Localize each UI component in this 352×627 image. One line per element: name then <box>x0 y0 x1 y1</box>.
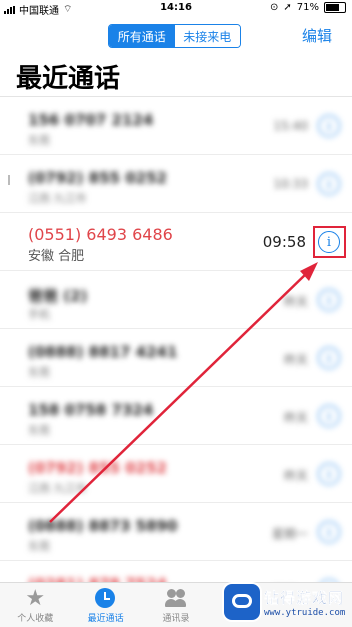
call-row[interactable]: (0888) 8873 5890 东莞 星期一 i <box>0 503 352 561</box>
contacts-icon <box>165 588 187 608</box>
watermark-name: 钻得游戏网 <box>264 588 345 607</box>
tab-recents[interactable]: 最近通话 <box>70 583 140 627</box>
call-number: (0888) 8873 5890 <box>28 517 178 535</box>
call-row[interactable]: (0888) 8817 4241 东莞 昨天 i <box>0 329 352 387</box>
call-location: 东莞 <box>28 424 50 437</box>
info-icon[interactable]: i <box>318 289 340 311</box>
all-calls-tab[interactable]: 所有通话 <box>109 25 175 47</box>
call-time: 昨天 <box>283 295 308 309</box>
tab-contacts[interactable]: 通讯录 <box>141 583 211 627</box>
call-time: 昨天 <box>283 353 308 367</box>
call-location: 江西 九江市 <box>28 192 87 205</box>
call-time: 星期一 <box>271 527 308 541</box>
tab-label: 个人收藏 <box>17 614 54 624</box>
info-icon[interactable]: i <box>318 115 340 137</box>
call-location: 东莞 <box>28 540 50 553</box>
call-number: 爸爸 (2) <box>28 287 88 305</box>
info-icon[interactable]: i <box>318 347 340 369</box>
lock-rotation-icon: ⊙ <box>269 2 279 13</box>
call-row[interactable]: (0551) 6493 6486 安徽 合肥 09:58 i <box>0 213 352 271</box>
highlight-box <box>313 226 346 258</box>
call-filter-segment: 所有通话 未接来电 <box>108 24 241 48</box>
info-icon[interactable]: i <box>318 463 340 485</box>
tab-label: 通讯录 <box>162 614 190 624</box>
call-location: 手机 <box>28 308 50 321</box>
info-icon[interactable]: i <box>318 521 340 543</box>
call-row[interactable]: 156 0707 2124 东莞 15:40 i <box>0 97 352 155</box>
call-row[interactable]: (0792) 855 0252 江西 九江市 昨天 i <box>0 445 352 503</box>
call-row[interactable]: 158 0758 7324 东莞 昨天 i <box>0 387 352 445</box>
call-row[interactable]: (0792) 855 0252 江西 九江市 10:33 i <box>0 155 352 213</box>
call-time: 15:40 <box>273 119 308 133</box>
info-icon[interactable]: i <box>318 173 340 195</box>
call-time: 昨天 <box>283 411 308 425</box>
clock-icon <box>94 588 115 608</box>
call-location: 江西 九江市 <box>28 482 87 495</box>
call-time: 昨天 <box>283 469 308 483</box>
edit-button[interactable]: 编辑 <box>302 25 332 46</box>
call-number: (0792) 855 0252 <box>28 459 167 477</box>
watermark: 钻得游戏网 www.ytruide.com <box>224 582 346 622</box>
status-bar: 中国联通 ⌔ 14:16 ⊙ ➚ 71% <box>0 0 352 17</box>
call-location: 东莞 <box>28 366 50 379</box>
battery-icon <box>324 2 346 13</box>
watermark-url: www.ytruide.com <box>264 607 346 618</box>
call-number: (0792) 855 0252 <box>28 169 167 187</box>
page-title: 最近通话 <box>16 64 121 94</box>
call-time: 10:33 <box>273 177 308 191</box>
call-location: 东莞 <box>28 134 50 147</box>
info-icon[interactable]: i <box>318 405 340 427</box>
recent-calls-list: 156 0707 2124 东莞 15:40 i (0792) 855 0252 江西 九… <box>0 97 352 619</box>
missed-calls-tab[interactable]: 未接来电 <box>174 25 240 47</box>
call-location: 安徽 合肥 <box>28 249 85 264</box>
tab-favorites[interactable]: ★ 个人收藏 <box>0 583 70 627</box>
tab-label: 最近通话 <box>87 614 124 624</box>
call-row[interactable]: 爸爸 (2) 手机 昨天 i <box>0 271 352 329</box>
call-number: (0551) 6493 6486 <box>28 225 173 244</box>
call-number: (0888) 8817 4241 <box>28 343 178 361</box>
star-icon: ★ <box>25 586 46 611</box>
call-time: 09:58 <box>262 233 306 251</box>
call-number: 156 0707 2124 <box>28 111 154 129</box>
location-icon: ➚ <box>283 2 292 13</box>
call-number: 158 0758 7324 <box>28 401 154 419</box>
watermark-logo-icon <box>224 584 260 620</box>
battery-percent: 71% <box>296 2 319 13</box>
